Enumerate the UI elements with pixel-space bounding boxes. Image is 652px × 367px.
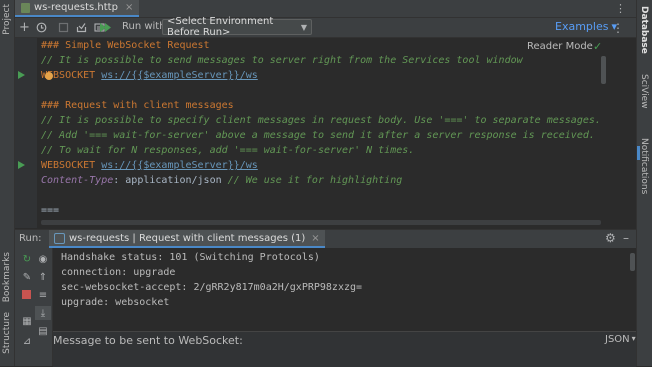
request-url[interactable]: ws://{{$exampleServer}}/ws — [101, 70, 258, 81]
gear-icon[interactable]: ⚙ — [605, 231, 616, 245]
close-run-tab-icon[interactable]: × — [311, 233, 319, 244]
console-line: sec-websocket-accept: 2/gRR2y817m0a2H/gx… — [61, 282, 363, 293]
wrench-icon[interactable]: ✎ — [19, 270, 35, 284]
examples-dropdown[interactable]: Examples ▾ — [555, 20, 617, 33]
run-tab[interactable]: ws-requests | Request with client messag… — [49, 230, 325, 248]
comment-text: // To wait for N responses, add '=== wai… — [41, 145, 415, 156]
check-icon: ✓ — [593, 40, 603, 53]
console-line: upgrade: websocket — [61, 297, 170, 308]
export-icon[interactable] — [75, 20, 88, 35]
right-tool-strip: Database SciView Notifications — [636, 0, 652, 366]
bookmarks-tool-button[interactable]: Bookmarks — [2, 252, 12, 302]
console-line: connection: upgrade — [61, 267, 176, 278]
reader-mode-button[interactable]: Reader Mode — [527, 41, 593, 52]
websocket-icon — [54, 232, 65, 244]
clear-icon[interactable]: ▤ — [35, 324, 51, 338]
rerun-icon[interactable]: ↻ — [19, 252, 35, 266]
request-title: ### Request with client messages — [41, 100, 234, 111]
structure-tool-button[interactable]: Structure — [2, 312, 12, 354]
header-value: : application/json — [113, 175, 228, 186]
stop-icon[interactable] — [22, 290, 31, 299]
run-all-icon[interactable] — [98, 20, 111, 35]
convert-icon[interactable] — [57, 20, 70, 35]
run-output-console[interactable]: Handshake status: 101 (Switching Protoco… — [53, 248, 636, 330]
more-tabs-icon[interactable]: ⋮ — [615, 2, 626, 15]
environment-select-value: <Select Environment Before Run> — [167, 16, 274, 38]
code-line-2: // It is possible to send messages to se… — [41, 53, 523, 68]
code-line-10: Content-Type: application/json // We use… — [41, 173, 402, 188]
project-tool-button[interactable]: Project — [2, 4, 12, 35]
run-label: Run: — [19, 233, 42, 244]
history-icon[interactable] — [35, 20, 48, 35]
separator-text: === — [41, 205, 60, 216]
pin-icon[interactable]: ⊿ — [19, 334, 35, 348]
add-request-icon[interactable]: + — [18, 20, 31, 35]
layout-icon[interactable]: ▦ — [19, 314, 35, 328]
code-line-7: // Add '=== wait-for-server' above a mes… — [41, 128, 595, 143]
editor-tab-bar: ws-requests.http × ⋮ — [15, 0, 636, 18]
console-line: Handshake status: 101 (Switching Protoco… — [61, 252, 320, 263]
minimize-icon[interactable]: – — [623, 231, 629, 245]
code-line-5: ### Request with client messages — [41, 98, 234, 113]
notifications-tool-button[interactable]: Notifications — [639, 138, 649, 194]
scroll-to-end-icon[interactable]: ⤓ — [35, 306, 51, 320]
comment-text: // Add '=== wait-for-server' above a mes… — [41, 130, 595, 141]
chevron-down-icon: ▼ — [300, 22, 307, 32]
close-tab-icon[interactable]: × — [125, 2, 133, 13]
sciview-tool-button[interactable]: SciView — [639, 74, 649, 109]
examples-label: Examples — [555, 20, 609, 33]
run-tool-header: Run: ws-requests | Request with client m… — [15, 229, 636, 249]
run-request-1-icon[interactable] — [18, 71, 25, 79]
comment-text: // It is possible to specify client mess… — [41, 115, 601, 126]
format-select[interactable]: JSON ▾ — [605, 334, 636, 345]
eye-icon[interactable]: ◉ — [35, 252, 51, 266]
request-url[interactable]: ws://{{$exampleServer}}/ws — [101, 160, 258, 171]
message-input-placeholder[interactable]: Message to be sent to WebSocket: — [53, 334, 243, 347]
chevron-down-icon: ▾ — [631, 334, 636, 343]
editor-gutter — [15, 38, 37, 228]
more-actions-icon[interactable]: ⋮ — [612, 20, 624, 35]
code-line-3: WEBSOCKET ws://{{$exampleServer}}/ws — [41, 68, 258, 83]
message-input-bar[interactable]: Message to be sent to WebSocket: JSON ▾ — [53, 331, 636, 367]
run-tab-label: ws-requests | Request with client messag… — [69, 232, 306, 244]
run-side-toolbar: ↻ ◉ ✎ ⇑ ≡ ⤓ ▦ ▤ ⊿ — [15, 248, 53, 366]
http-toolbar: + Run with: <Select Environment Before R… — [15, 16, 636, 38]
environment-select[interactable]: <Select Environment Before Run> ▼ — [162, 16, 312, 38]
comment-text: // It is possible to send messages to se… — [41, 55, 523, 66]
code-line-12: === — [41, 203, 59, 218]
code-line-6: // It is possible to specify client mess… — [41, 113, 601, 128]
sort-icon[interactable]: ≡ — [35, 288, 51, 302]
comment-text: // We use it for highlighting — [227, 175, 403, 186]
code-line-1: ### Simple WebSocket Request — [41, 38, 210, 53]
tab-ws-requests[interactable]: ws-requests.http × — [15, 0, 140, 17]
method-keyword: WEBSOCKET — [41, 160, 96, 171]
editor-scrollbar[interactable] — [601, 56, 606, 84]
code-editor[interactable]: ### Simple WebSocket Request // It is po… — [37, 38, 636, 228]
format-select-value: JSON — [605, 334, 630, 345]
lightbulb-icon[interactable] — [45, 72, 53, 80]
horizontal-scrollbar[interactable] — [41, 220, 601, 225]
tab-label: ws-requests.http — [34, 2, 118, 13]
request-title: ### Simple WebSocket Request — [41, 40, 210, 51]
run-request-2-icon[interactable] — [18, 161, 25, 169]
scroll-up-icon[interactable]: ⇑ — [35, 270, 51, 284]
left-tool-strip: Project Bookmarks Structure — [0, 0, 15, 366]
header-key: Content-Type — [41, 175, 114, 186]
code-line-9: WEBSOCKET ws://{{$exampleServer}}/ws — [41, 158, 258, 173]
notifications-indicator — [637, 146, 640, 160]
http-file-icon — [21, 2, 30, 13]
database-tool-button[interactable]: Database — [639, 6, 649, 54]
code-line-8: // To wait for N responses, add '=== wai… — [41, 143, 414, 158]
console-scrollbar[interactable] — [630, 253, 635, 271]
